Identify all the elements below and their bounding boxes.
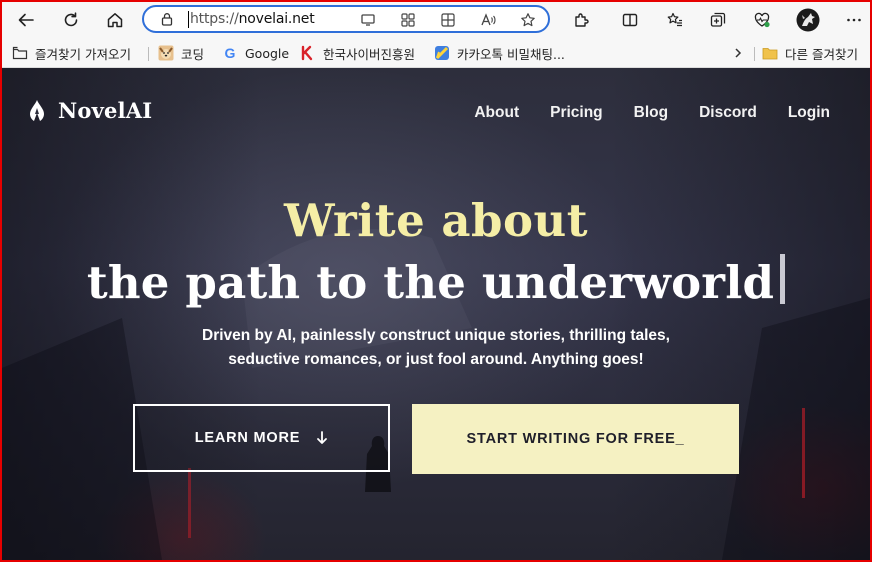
hero-subtitle: Driven by AI, painlessly construct uniqu… [2,324,870,372]
browser-window: https://novelai.net 즐겨찾기 가져오기 코딩 G Googl… [2,2,870,560]
start-writing-label: START WRITING FOR FREE_ [466,431,685,447]
url-text[interactable]: https://novelai.net [190,11,315,27]
split-screen-icon [622,13,638,27]
favorite-label: 코딩 [181,46,205,62]
typing-cursor [780,254,786,304]
dog-face-icon [158,45,174,61]
favorite-item-google[interactable]: G Google [222,44,290,62]
url-protocol: https:// [190,11,239,27]
main-nav: About Pricing Blog Discord Login [443,104,830,122]
favorites-overflow-button[interactable] [730,44,753,62]
learn-more-label: LEARN MORE [194,430,301,446]
hero-headline: the path to the underworld [2,254,870,309]
back-button[interactable] [12,6,40,34]
puzzle-icon [575,13,589,27]
heart-pulse-icon [754,12,770,28]
cast-icon[interactable] [360,12,376,28]
home-icon [107,13,123,28]
background-scene [2,229,870,560]
google-icon: G [224,45,236,61]
start-writing-button[interactable]: START WRITING FOR FREE_ [412,404,739,474]
collections-button[interactable] [704,6,732,34]
other-favorites-label: 다른 즐겨찾기 [785,46,858,62]
collections-icon [710,12,726,27]
favorite-item-kakao[interactable]: 카카오톡 비밀채팅... [434,44,565,62]
kisa-logo-icon [300,45,316,61]
favorite-label: Google [245,45,290,61]
nav-blog[interactable]: Blog [634,104,668,122]
extensions-button[interactable] [568,6,596,34]
favorites-import-label: 즐겨찾기 가져오기 [35,46,131,62]
more-horizontal-icon [847,18,861,22]
hero-headline-text: the path to the underworld [86,256,775,309]
kakao-chat-icon [434,45,450,61]
favorites-bar: 즐겨찾기 가져오기 코딩 G Google 한국사이버진흥원 카카오톡 비밀채팅… [2,38,870,68]
quill-logo-icon [30,99,44,121]
url-host: novelai.net [238,11,315,27]
profile-button[interactable] [794,6,822,34]
nav-discord[interactable]: Discord [699,104,757,122]
app-install-icon[interactable] [440,12,456,28]
novelai-logo[interactable]: NovelAI [26,98,152,123]
browser-toolbar: https://novelai.net [2,2,870,38]
folder-icon [762,45,778,61]
favorites-divider [148,47,149,61]
address-bar[interactable]: https://novelai.net [142,5,550,33]
favorites-divider [754,47,755,61]
back-arrow-icon [18,13,34,27]
read-aloud-icon[interactable] [480,12,496,28]
favorite-star-icon[interactable] [520,12,536,28]
lock-icon [161,13,173,26]
logo-text: NovelAI [58,98,153,123]
hero-headline-accent: Write about [283,194,589,247]
hero-subtitle-line: Driven by AI, painlessly construct uniqu… [202,327,670,344]
avatar [796,8,820,32]
favorite-label: 카카오톡 비밀채팅... [457,46,565,62]
learn-more-button[interactable]: LEARN MORE [133,404,390,472]
novelai-landing-page: NovelAI About Pricing Blog Discord Login… [2,68,870,560]
favorites-list-icon [667,12,682,27]
arrow-down-icon [316,431,328,445]
home-button[interactable] [101,6,129,34]
browser-essentials-button[interactable] [748,6,776,34]
favorite-item-kisa[interactable]: 한국사이버진흥원 [300,44,415,62]
refresh-button[interactable] [57,6,85,34]
nav-login[interactable]: Login [788,104,830,122]
favorites-import[interactable]: 즐겨찾기 가져오기 [12,44,131,62]
more-options-button[interactable] [840,6,868,34]
chevron-right-icon [730,45,746,61]
other-favorites[interactable]: 다른 즐겨찾기 [762,44,858,62]
favorite-label: 한국사이버진흥원 [323,46,416,62]
apps-grid-icon[interactable] [400,12,416,28]
favorites-button[interactable] [661,6,689,34]
nav-pricing[interactable]: Pricing [550,104,603,122]
favorite-item-coding[interactable]: 코딩 [158,44,204,62]
nav-about[interactable]: About [474,104,519,122]
text-caret [188,11,189,28]
refresh-icon [64,12,78,27]
split-screen-button[interactable] [616,6,644,34]
hero-subtitle-line: seductive romances, or just fool around.… [228,351,644,368]
import-folder-icon [12,45,28,61]
